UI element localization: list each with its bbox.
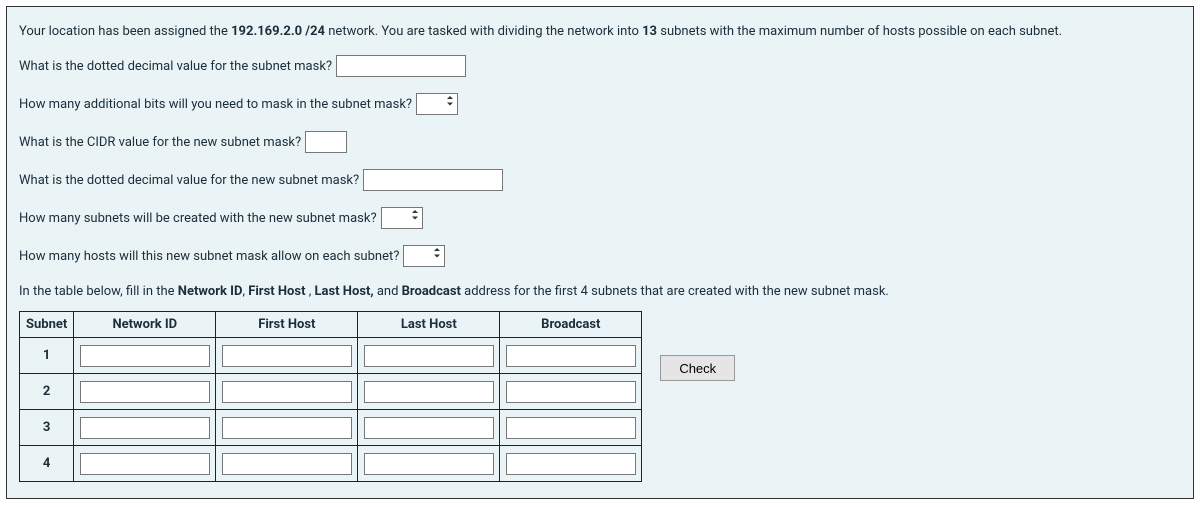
row1-broadcast[interactable] bbox=[506, 345, 636, 367]
table-row: 2 bbox=[20, 374, 642, 410]
q6-select-wrap bbox=[403, 245, 445, 267]
row1-network-id[interactable] bbox=[80, 345, 210, 367]
q2-select[interactable] bbox=[416, 93, 458, 115]
q2-label: How many additional bits will you need t… bbox=[19, 97, 412, 112]
row3-first-host[interactable] bbox=[222, 417, 352, 439]
question-row-3: What is the CIDR value for the new subne… bbox=[19, 131, 1181, 153]
check-button[interactable]: Check bbox=[660, 355, 735, 381]
q6-label: How many hosts will this new subnet mask… bbox=[19, 249, 399, 264]
subnet-table: Subnet Network ID First Host Last Host B… bbox=[19, 311, 642, 482]
row4-network-id[interactable] bbox=[80, 453, 210, 475]
row4-first-host[interactable] bbox=[222, 453, 352, 475]
question-row-4: What is the dotted decimal value for the… bbox=[19, 169, 1181, 191]
tbl-intro-1: In the table below, fill in the bbox=[19, 284, 178, 299]
q5-label: How many subnets will be created with th… bbox=[19, 211, 377, 226]
tbl-bold-1: Network ID bbox=[178, 284, 243, 299]
question-panel: Your location has been assigned the 192.… bbox=[6, 6, 1194, 499]
row1-first-host[interactable] bbox=[222, 345, 352, 367]
tbl-bold-3: Last Host, bbox=[315, 284, 374, 299]
q4-label: What is the dotted decimal value for the… bbox=[19, 173, 359, 188]
row-num-4: 4 bbox=[20, 446, 74, 482]
intro-text: Your location has been assigned the 192.… bbox=[19, 23, 1181, 41]
q5-select[interactable] bbox=[381, 207, 423, 229]
row-num-2: 2 bbox=[20, 374, 74, 410]
row1-last-host[interactable] bbox=[364, 345, 494, 367]
th-broadcast: Broadcast bbox=[500, 312, 642, 338]
tbl-intro-2: address for the first 4 subnets that are… bbox=[461, 284, 889, 299]
intro-part3: subnets with the maximum number of hosts… bbox=[657, 24, 1062, 39]
question-row-2: How many additional bits will you need t… bbox=[19, 93, 1181, 115]
tbl-bold-4: Broadcast bbox=[402, 284, 461, 299]
row4-last-host[interactable] bbox=[364, 453, 494, 475]
table-row: 1 bbox=[20, 338, 642, 374]
question-row-5: How many subnets will be created with th… bbox=[19, 207, 1181, 229]
row-num-3: 3 bbox=[20, 410, 74, 446]
row4-broadcast[interactable] bbox=[506, 453, 636, 475]
row2-last-host[interactable] bbox=[364, 381, 494, 403]
row2-broadcast[interactable] bbox=[506, 381, 636, 403]
th-network-id: Network ID bbox=[74, 312, 216, 338]
table-instruction: In the table below, fill in the Network … bbox=[19, 283, 1181, 301]
intro-part1: Your location has been assigned the bbox=[19, 24, 231, 39]
th-last-host: Last Host bbox=[358, 312, 500, 338]
question-row-1: What is the dotted decimal value for the… bbox=[19, 55, 1181, 77]
q4-input[interactable] bbox=[363, 169, 503, 191]
tbl-bold-2: First Host bbox=[248, 284, 308, 299]
row2-network-id[interactable] bbox=[80, 381, 210, 403]
q3-input[interactable] bbox=[305, 131, 347, 153]
q1-label: What is the dotted decimal value for the… bbox=[19, 59, 332, 74]
q3-label: What is the CIDR value for the new subne… bbox=[19, 135, 301, 150]
q6-select[interactable] bbox=[403, 245, 445, 267]
question-row-6: How many hosts will this new subnet mask… bbox=[19, 245, 1181, 267]
q1-input[interactable] bbox=[336, 55, 466, 77]
table-row: 4 bbox=[20, 446, 642, 482]
intro-part2: network. You are tasked with dividing th… bbox=[325, 24, 642, 39]
row3-broadcast[interactable] bbox=[506, 417, 636, 439]
q2-select-wrap bbox=[416, 93, 458, 115]
th-subnet: Subnet bbox=[20, 312, 74, 338]
intro-bold-count: 13 bbox=[642, 24, 657, 39]
row-num-1: 1 bbox=[20, 338, 74, 374]
intro-bold-network: 192.169.2.0 /24 bbox=[231, 24, 325, 39]
table-header-row: Subnet Network ID First Host Last Host B… bbox=[20, 312, 642, 338]
row3-last-host[interactable] bbox=[364, 417, 494, 439]
table-row: 3 bbox=[20, 410, 642, 446]
row2-first-host[interactable] bbox=[222, 381, 352, 403]
table-container: Subnet Network ID First Host Last Host B… bbox=[19, 311, 1181, 482]
row3-network-id[interactable] bbox=[80, 417, 210, 439]
q5-select-wrap bbox=[381, 207, 423, 229]
th-first-host: First Host bbox=[216, 312, 358, 338]
tbl-s3: and bbox=[374, 284, 402, 299]
